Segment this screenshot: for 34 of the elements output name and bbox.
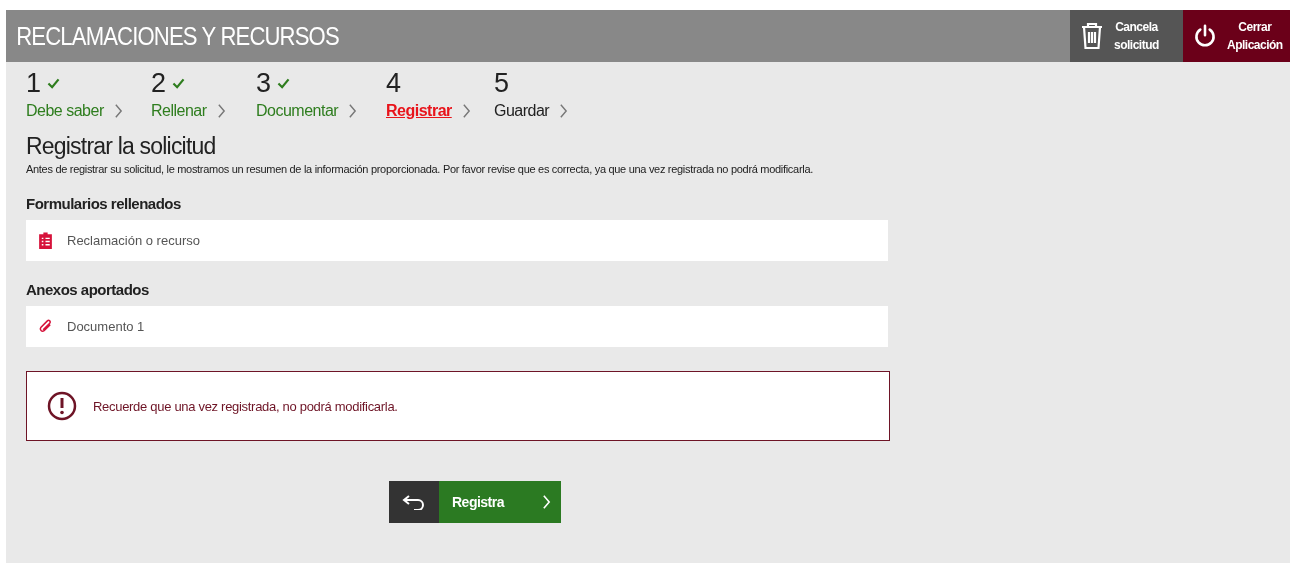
- chevron-icon: [216, 103, 226, 119]
- chevron-icon: [542, 494, 551, 510]
- chevron-icon: [348, 103, 358, 119]
- close-app-button[interactable]: Cerrar Aplicación: [1183, 10, 1290, 62]
- step-link[interactable]: Rellenar: [151, 102, 207, 120]
- step-link[interactable]: Registrar: [386, 102, 452, 120]
- warning-text: Recuerde que una vez registrada, no podrá modificarla.: [93, 398, 398, 414]
- trash-icon: [1080, 22, 1104, 50]
- step-number: 5: [494, 67, 510, 99]
- step-number: 4: [386, 67, 402, 99]
- step-number: 2: [151, 67, 167, 99]
- page-title: RECLAMACIONES Y RECURSOS: [15, 20, 339, 52]
- power-icon: [1193, 22, 1217, 50]
- step-link[interactable]: Guardar: [494, 102, 550, 120]
- subsection-heading: Formularios rellenados: [26, 195, 182, 212]
- list-item: Documento 1: [26, 306, 888, 347]
- chevron-icon: [113, 103, 123, 119]
- section-heading: Registrar la solicitud: [26, 133, 217, 160]
- back-button[interactable]: [389, 481, 439, 523]
- chevron-icon: [559, 103, 569, 119]
- step-link[interactable]: Documentar: [256, 102, 339, 120]
- exclamation-icon: [47, 391, 77, 421]
- list-item: Reclamación o recurso: [26, 220, 888, 261]
- paperclip-icon: [38, 318, 53, 335]
- chevron-icon: [461, 103, 471, 119]
- subsection-heading: Anexos aportados: [26, 281, 150, 298]
- register-button[interactable]: Registra: [439, 481, 561, 523]
- cancel-button[interactable]: Cancela solicitud: [1070, 10, 1183, 62]
- intro-text: Antes de registrar su solicitud, le mostramos un resumen de la información proporcionada. Por favor revise que es correcta, ya que una vez registrada no podrá modificarla.: [26, 163, 814, 175]
- step-number: 3: [256, 67, 272, 99]
- clipboard-icon: [38, 232, 53, 249]
- step-link[interactable]: Debe saber: [26, 102, 104, 120]
- return-arrow-icon: [402, 494, 426, 510]
- step-number: 1: [26, 67, 42, 99]
